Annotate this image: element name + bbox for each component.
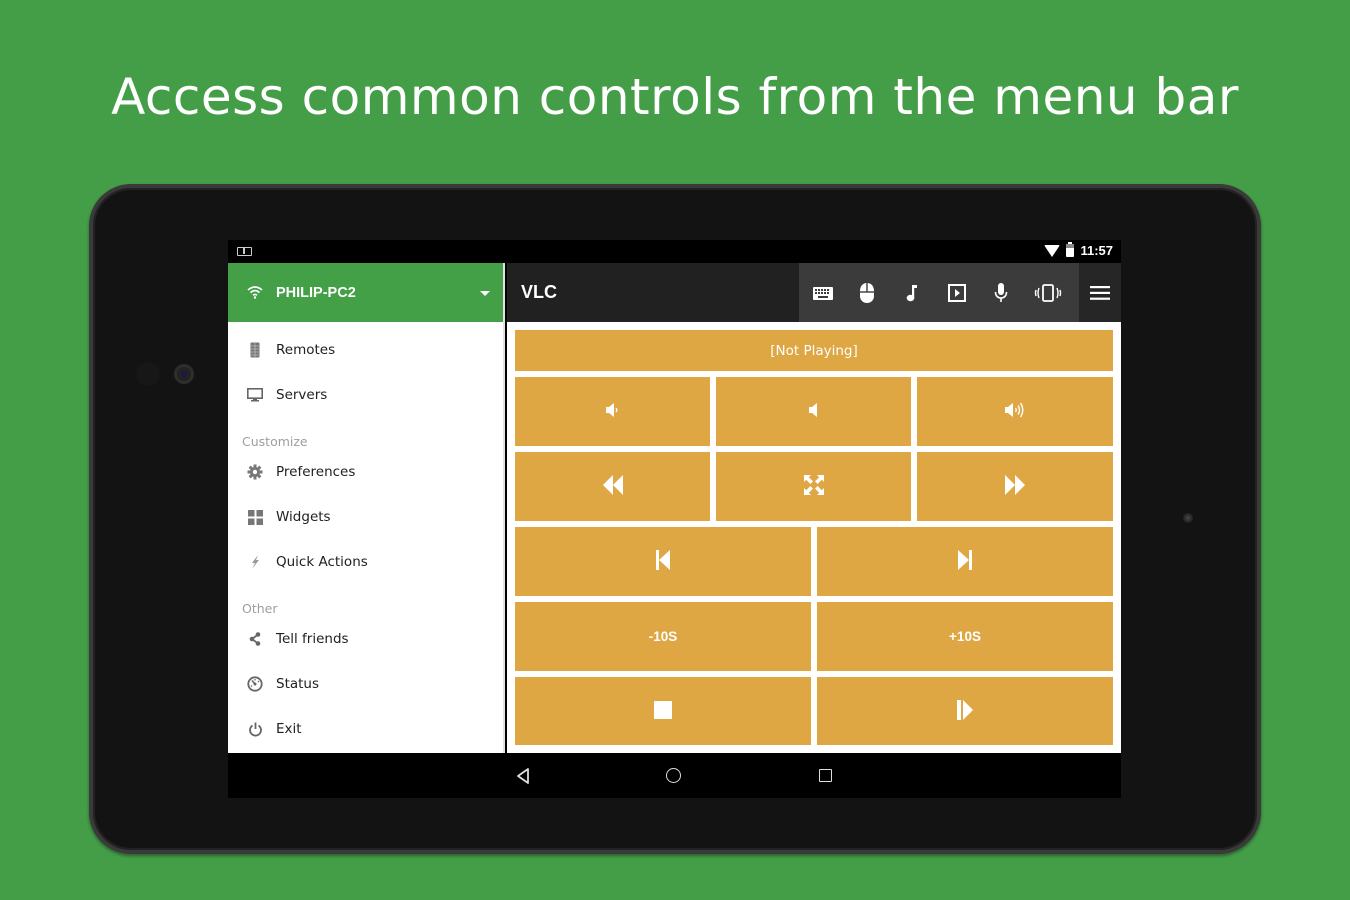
tablet-screen: 11:57 PHILIP-PC2 Remotes Servers Customi… — [228, 240, 1121, 798]
fullscreen-icon — [803, 475, 824, 498]
music-note-icon[interactable] — [900, 281, 924, 305]
power-icon — [246, 720, 264, 738]
next-button[interactable] — [817, 527, 1113, 596]
volume-down-button[interactable] — [515, 377, 710, 446]
nav-item-preferences[interactable]: Preferences — [228, 452, 503, 492]
section-other: Other — [242, 601, 278, 616]
lightning-icon — [246, 553, 264, 571]
now-playing-button[interactable]: [Not Playing] — [515, 330, 1113, 371]
remote-title: VLC — [521, 282, 557, 302]
nav-item-tell-friends[interactable]: Tell friends — [228, 619, 503, 659]
chevron-down-icon[interactable] — [480, 291, 490, 296]
front-camera — [174, 364, 194, 384]
skip-next-icon — [958, 550, 972, 573]
play-pause-icon — [957, 699, 973, 723]
mouse-icon[interactable] — [855, 281, 879, 305]
headline: Access common controls from the menu bar — [111, 68, 1239, 126]
volume-up-button[interactable] — [917, 377, 1113, 446]
proximity-sensor — [136, 362, 160, 386]
forward-10s-button[interactable]: +10S — [817, 602, 1113, 671]
grid-icon — [246, 508, 264, 526]
nav-item-remotes[interactable]: Remotes — [228, 330, 503, 370]
play-pause-button[interactable] — [817, 677, 1113, 745]
keyboard-icon[interactable] — [811, 281, 835, 305]
recents-icon[interactable] — [819, 769, 832, 782]
server-selector[interactable]: PHILIP-PC2 — [228, 263, 503, 322]
navigation-drawer: PHILIP-PC2 Remotes Servers Customize Pre… — [228, 263, 505, 753]
back-10s-button[interactable]: -10S — [515, 602, 811, 671]
battery-icon — [1066, 242, 1075, 257]
skip-previous-icon — [656, 550, 670, 573]
nav-item-exit[interactable]: Exit — [228, 709, 503, 749]
gear-icon — [246, 463, 264, 481]
volume-down-icon — [605, 402, 621, 421]
remote-icon — [246, 341, 264, 359]
notification-icon — [237, 247, 252, 256]
rewind-button[interactable] — [515, 452, 710, 521]
stop-button[interactable] — [515, 677, 811, 745]
nav-item-widgets[interactable]: Widgets — [228, 497, 503, 537]
nav-item-servers[interactable]: Servers — [228, 375, 503, 415]
mute-button[interactable] — [716, 377, 911, 446]
previous-button[interactable] — [515, 527, 811, 596]
back-10s-label: -10S — [648, 629, 678, 644]
volume-up-icon — [1004, 401, 1026, 422]
vibrate-phone-icon[interactable] — [1033, 281, 1063, 305]
forward-10s-label: +10S — [949, 629, 981, 644]
fast-forward-icon — [1004, 475, 1026, 498]
clock: 11:57 — [1080, 243, 1113, 258]
light-sensor — [1183, 513, 1193, 523]
system-nav-bar — [228, 753, 1121, 798]
wifi-icon — [247, 285, 263, 304]
hamburger-menu-icon — [1088, 281, 1112, 305]
fast-forward-button[interactable] — [917, 452, 1113, 521]
stop-icon — [654, 700, 672, 722]
wifi-icon — [1044, 244, 1061, 257]
share-icon — [246, 630, 264, 648]
server-name: PHILIP-PC2 — [276, 285, 356, 301]
app-bar: VLC — [507, 263, 1121, 322]
remote-panel: [Not Playing] -10S +10S — [507, 322, 1121, 753]
gauge-icon — [246, 675, 264, 693]
status-bar: 11:57 — [228, 240, 1121, 263]
back-icon[interactable] — [516, 768, 530, 789]
monitor-icon — [246, 386, 264, 404]
overflow-menu-button[interactable] — [1079, 263, 1121, 322]
rewind-icon — [602, 475, 624, 498]
action-bar — [799, 263, 1079, 322]
volume-mute-icon — [808, 402, 820, 421]
media-play-icon[interactable] — [945, 281, 969, 305]
microphone-icon[interactable] — [989, 281, 1013, 305]
nav-item-quick-actions[interactable]: Quick Actions — [228, 542, 503, 582]
fullscreen-button[interactable] — [716, 452, 911, 521]
section-customize: Customize — [242, 434, 308, 449]
nav-item-status[interactable]: Status — [228, 664, 503, 704]
home-icon[interactable] — [666, 768, 681, 783]
now-playing-text: [Not Playing] — [770, 342, 858, 359]
